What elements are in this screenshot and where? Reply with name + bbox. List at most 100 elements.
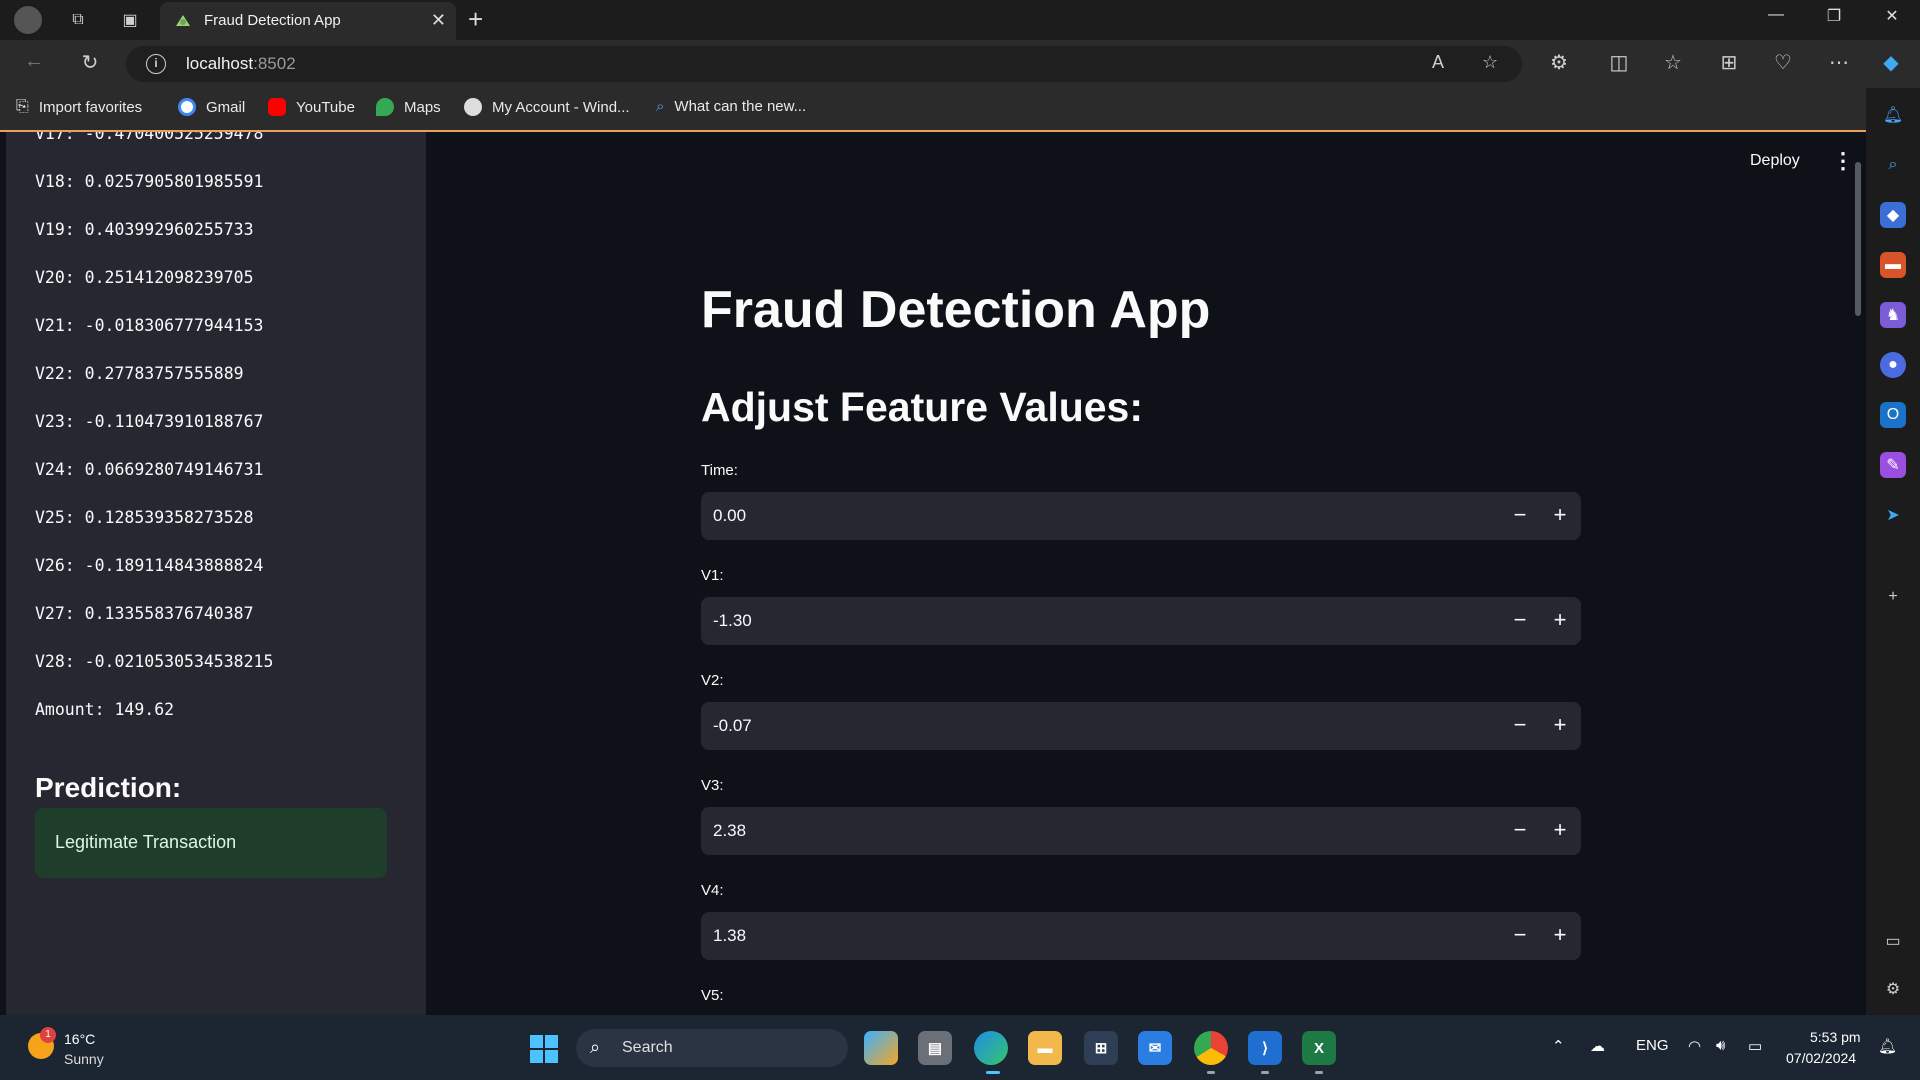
weather-description[interactable]: Sunny — [64, 1051, 104, 1067]
feature-value-v17: V17: -0.470400525259478 — [35, 130, 264, 143]
number-input-value[interactable]: 2.38 — [713, 821, 746, 841]
browser-toolbar: ← ↻ i localhost:8502 A ☆ ⚙ ◫ ☆ ⊞ ♡ ⋯ ◆ — [0, 40, 1920, 88]
decrement-icon[interactable]: − — [1505, 712, 1535, 738]
more-options-icon[interactable]: ⋯ — [1824, 50, 1854, 75]
feature-value-amount: Amount: 149.62 — [35, 700, 175, 719]
notifications-icon[interactable]: 🔔︎ — [1878, 1037, 1897, 1055]
increment-icon[interactable]: + — [1545, 502, 1575, 528]
wifi-icon[interactable]: ◠ — [1688, 1037, 1701, 1055]
number-input-v1[interactable]: -1.30 − + — [701, 597, 1581, 645]
clock-time[interactable]: 5:53 pm — [1810, 1029, 1861, 1045]
taskbar-search[interactable]: ⌕ Search — [576, 1029, 848, 1067]
vertical-tabs-icon[interactable]: ▣ — [116, 6, 144, 34]
mail-icon[interactable]: ✉ — [1138, 1031, 1172, 1065]
decrement-icon[interactable]: − — [1505, 502, 1535, 528]
increment-icon[interactable]: + — [1545, 817, 1575, 843]
scrollbar-thumb[interactable] — [1855, 162, 1861, 316]
back-icon[interactable]: ← — [18, 50, 50, 73]
excel-icon[interactable]: X — [1302, 1031, 1336, 1065]
bookmark-what-can-the-new[interactable]: ⌕ What can the new... — [656, 98, 806, 115]
extensions-icon[interactable]: ⚙ — [1544, 50, 1574, 75]
deploy-button[interactable]: Deploy — [1750, 152, 1800, 170]
bookmark-my-account[interactable]: My Account - Wind... — [464, 98, 630, 116]
volume-icon[interactable]: 🔊︎ — [1716, 1037, 1725, 1054]
read-aloud-icon[interactable]: A — [1432, 52, 1444, 73]
send-icon[interactable]: ➤ — [1880, 502, 1906, 528]
number-input-time[interactable]: 0.00 − + — [701, 492, 1581, 540]
start-button[interactable] — [530, 1035, 558, 1063]
battery-icon[interactable]: ▭ — [1748, 1037, 1762, 1055]
site-info-icon[interactable]: i — [146, 54, 166, 74]
edge-browser-icon[interactable] — [974, 1031, 1008, 1065]
file-explorer-icon[interactable]: ▬ — [1028, 1031, 1062, 1065]
collections-icon[interactable]: ⊞ — [1714, 50, 1744, 75]
number-input-v2[interactable]: -0.07 − + — [701, 702, 1581, 750]
minimize-icon[interactable]: — — [1756, 6, 1796, 24]
chrome-icon[interactable] — [1194, 1031, 1228, 1065]
notifications-bell-icon[interactable]: 🔔︎ — [1880, 102, 1906, 128]
show-hidden-icons-chevron-icon[interactable]: ⌃ — [1552, 1037, 1565, 1055]
workspaces-icon[interactable]: ⧉ — [64, 6, 92, 34]
bookmark-gmail[interactable]: Gmail — [178, 98, 245, 116]
onedrive-icon[interactable]: ☁ — [1590, 1037, 1605, 1055]
refresh-icon[interactable]: ↻ — [74, 50, 106, 75]
split-screen-icon[interactable]: ◫ — [1604, 50, 1634, 75]
microsoft-store-icon[interactable]: ⊞ — [1084, 1031, 1118, 1065]
new-tab-button[interactable]: + — [468, 4, 483, 35]
vscode-icon[interactable]: ⟩ — [1248, 1031, 1282, 1065]
copilot-app-icon[interactable] — [864, 1031, 898, 1065]
close-window-icon[interactable]: ✕ — [1872, 6, 1912, 26]
bookmark-label: Gmail — [206, 98, 246, 116]
bookmark-import-favorites[interactable]: ⎘ Import favorites — [16, 98, 142, 116]
clock-date[interactable]: 07/02/2024 — [1786, 1050, 1856, 1066]
close-tab-icon[interactable]: ✕ — [431, 10, 446, 31]
number-input-value[interactable]: 1.38 — [713, 926, 746, 946]
url-text[interactable]: localhost:8502 — [186, 54, 296, 74]
field-label-v2: V2: — [701, 672, 724, 689]
browser-tab[interactable]: Fraud Detection App ✕ — [160, 2, 456, 40]
designer-icon[interactable]: ✎ — [1880, 452, 1906, 478]
decrement-icon[interactable]: − — [1505, 817, 1535, 843]
prediction-heading: Prediction: — [35, 772, 182, 803]
main-menu-icon[interactable]: ⋮ — [1832, 148, 1854, 174]
number-input-value[interactable]: -0.07 — [713, 716, 752, 736]
add-sidebar-app-icon[interactable]: + — [1880, 584, 1906, 610]
copilot-sidebar-icon[interactable]: ● — [1880, 352, 1906, 378]
number-input-v4[interactable]: 1.38 − + — [701, 912, 1581, 960]
search-icon[interactable]: ⌕ — [1880, 152, 1906, 178]
tools-icon[interactable]: ▬ — [1880, 252, 1906, 278]
address-bar[interactable]: i localhost:8502 A ☆ — [126, 46, 1522, 82]
number-input-v3[interactable]: 2.38 − + — [701, 807, 1581, 855]
decrement-icon[interactable]: − — [1505, 922, 1535, 948]
outlook-icon[interactable]: O — [1880, 402, 1906, 428]
increment-icon[interactable]: + — [1545, 607, 1575, 633]
task-view-icon[interactable]: ▤ — [918, 1031, 952, 1065]
favorite-star-icon[interactable]: ☆ — [1482, 52, 1498, 73]
restore-icon[interactable]: ❐ — [1814, 6, 1854, 26]
copilot-icon[interactable]: ◆ — [1876, 50, 1906, 75]
profile-avatar-icon[interactable] — [14, 6, 42, 34]
main-scrollbar[interactable] — [1855, 162, 1861, 1015]
field-label-v1: V1: — [701, 567, 724, 584]
bookmark-maps[interactable]: Maps — [376, 98, 441, 116]
bookmark-label: YouTube — [296, 98, 355, 116]
page-title: Fraud Detection App — [701, 281, 1211, 339]
running-app-indicator — [1207, 1071, 1215, 1074]
edge-sidebar: 🔔︎ ⌕ ◆ ▬ ♞ ● O ✎ ➤ + ▭ ⚙ — [1866, 88, 1920, 1015]
search-icon: ⌕ — [590, 1037, 601, 1057]
browser-essentials-icon[interactable]: ♡ — [1768, 50, 1798, 75]
number-input-value[interactable]: -1.30 — [713, 611, 752, 631]
favorites-icon[interactable]: ☆ — [1658, 50, 1688, 75]
decrement-icon[interactable]: − — [1505, 607, 1535, 633]
hide-sidebar-icon[interactable]: ▭ — [1880, 928, 1906, 954]
shopping-tag-icon[interactable]: ◆ — [1880, 202, 1906, 228]
increment-icon[interactable]: + — [1545, 922, 1575, 948]
sidebar-settings-icon[interactable]: ⚙ — [1880, 976, 1906, 1002]
sidebar: V17: -0.470400525259478 V18: 0.025790580… — [6, 132, 426, 1015]
increment-icon[interactable]: + — [1545, 712, 1575, 738]
weather-temperature[interactable]: 16°C — [64, 1031, 95, 1047]
games-icon[interactable]: ♞ — [1880, 302, 1906, 328]
language-indicator[interactable]: ENG — [1636, 1037, 1669, 1054]
bookmark-youtube[interactable]: YouTube — [268, 98, 355, 116]
number-input-value[interactable]: 0.00 — [713, 506, 746, 526]
